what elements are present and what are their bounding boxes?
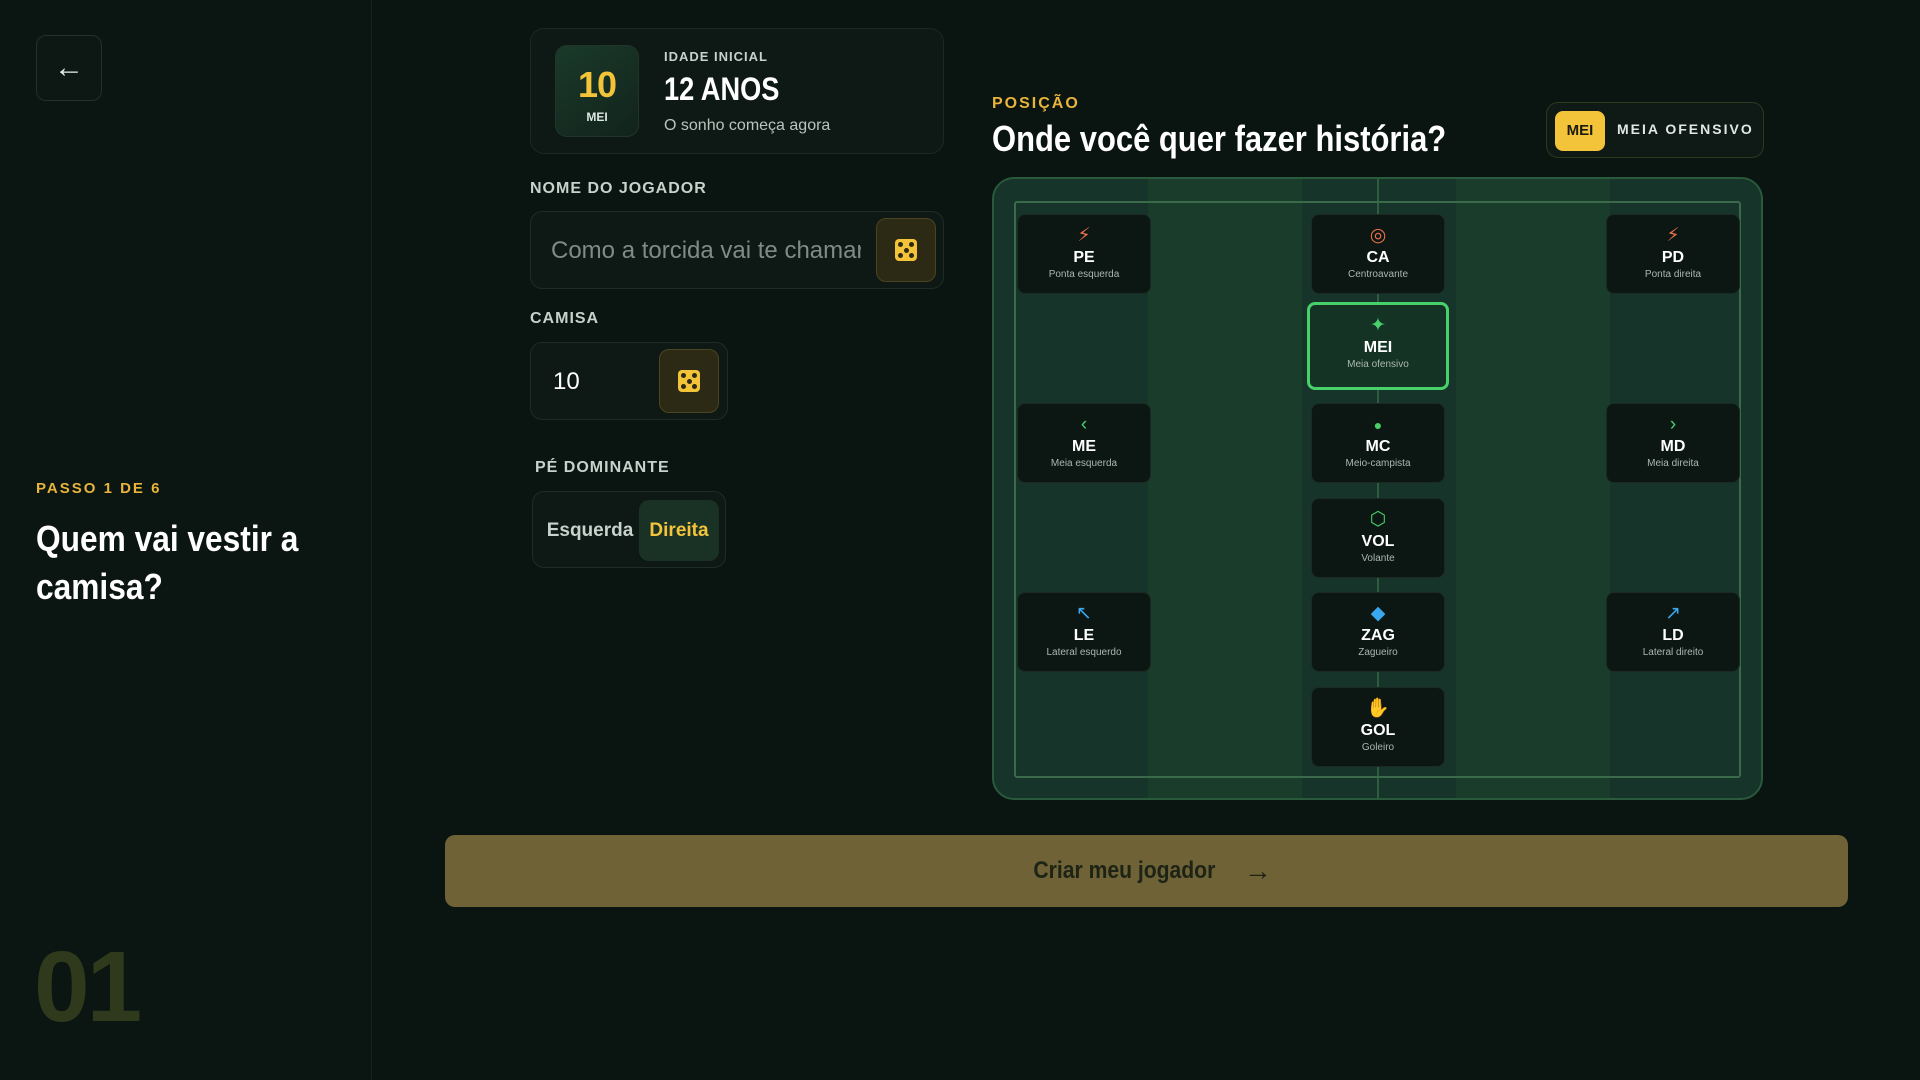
position-code: LE: [1073, 627, 1095, 644]
position-code: ME: [1072, 438, 1096, 455]
arrow-left-icon: ←: [54, 51, 84, 84]
position-code: MD: [1660, 438, 1686, 455]
position-name: Zagueiro: [1358, 647, 1398, 658]
position-name: Ponta esquerda: [1048, 269, 1120, 280]
jersey-badge: 10 MEI: [555, 45, 639, 137]
position-code: GOL: [1360, 722, 1396, 739]
lightning-icon: ⚡: [1666, 225, 1680, 246]
position-name: Meia direita: [1647, 458, 1699, 469]
position-card-pd[interactable]: ⚡ PD Ponta direita: [1606, 214, 1740, 294]
position-code: PE: [1073, 249, 1095, 266]
selected-position-name: MEIA OFENSIVO: [1617, 121, 1754, 137]
position-name: Lateral direito: [1642, 647, 1704, 658]
position-code: MEI: [1363, 339, 1393, 356]
position-card-md[interactable]: › MD Meia direita: [1606, 403, 1740, 483]
dot-icon: ●: [1373, 417, 1383, 433]
dice-icon: [895, 239, 917, 261]
random-shirt-button[interactable]: [659, 349, 719, 413]
random-name-button[interactable]: [876, 218, 936, 282]
position-name: Lateral esquerdo: [1046, 647, 1122, 658]
football-pitch: ⚡ PE Ponta esquerda ◎ CA Centroavante ⚡ …: [992, 177, 1763, 800]
jersey-badge-number: 10: [577, 64, 617, 105]
diamond-icon: ◆: [1370, 603, 1386, 624]
shirt-label: CAMISA: [530, 310, 600, 327]
arrow-up-right-icon: ↗: [1665, 603, 1681, 624]
position-card-vol[interactable]: ⬡ VOL Volante: [1311, 498, 1445, 578]
position-code: MC: [1365, 438, 1391, 455]
position-code: PD: [1661, 249, 1685, 266]
position-code: VOL: [1361, 533, 1395, 550]
shirt-number-input[interactable]: [553, 365, 643, 399]
position-card-le[interactable]: ↖ LE Lateral esquerdo: [1017, 592, 1151, 672]
dominant-foot-toggle: Esquerda Direita: [532, 491, 726, 568]
selected-position-chip: MEI MEIA OFENSIVO: [1546, 102, 1764, 158]
age-subtitle: O sonho começa agora: [664, 117, 831, 134]
position-card-me[interactable]: ‹ ME Meia esquerda: [1017, 403, 1151, 483]
shirt-field: [530, 342, 728, 420]
position-name: Meia ofensivo: [1347, 359, 1409, 370]
position-card-gol[interactable]: ✋ GOL Goleiro: [1311, 687, 1445, 767]
position-card-ld[interactable]: ↗ LD Lateral direito: [1606, 592, 1740, 672]
step-big-number: 01: [34, 931, 142, 1043]
player-name-label: NOME DO JOGADOR: [530, 180, 707, 197]
position-name: Ponta direita: [1644, 269, 1702, 280]
back-button[interactable]: ←: [36, 35, 102, 101]
target-icon: ◎: [1369, 225, 1387, 246]
position-card-mc[interactable]: ● MC Meio-campista: [1311, 403, 1445, 483]
age-label: IDADE INICIAL: [664, 49, 768, 64]
position-name: Goleiro: [1361, 742, 1395, 753]
position-section-label: POSIÇÃO: [992, 95, 1080, 112]
age-card: 10 MEI IDADE INICIAL 12 ANOS O sonho com…: [530, 28, 944, 154]
position-code: LD: [1662, 627, 1684, 644]
dominant-foot-label: PÉ DOMINANTE: [535, 459, 670, 476]
left-panel: ← PASSO 1 DE 6 Quem vai vestir a camisa?…: [0, 0, 372, 1080]
chevron-right-icon: ›: [1669, 414, 1677, 435]
position-card-zag[interactable]: ◆ ZAG Zagueiro: [1311, 592, 1445, 672]
position-card-ca[interactable]: ◎ CA Centroavante: [1311, 214, 1445, 294]
player-name-field: [530, 211, 944, 289]
step-title: Quem vai vestir a camisa?: [36, 518, 299, 607]
position-code: ZAG: [1361, 627, 1395, 644]
step-indicator: PASSO 1 DE 6: [36, 480, 162, 497]
arrow-up-left-icon: ↖: [1076, 603, 1092, 624]
create-player-label: Criar meu jogador: [1033, 857, 1216, 884]
position-code: CA: [1366, 249, 1390, 266]
arrow-right-icon: →: [1243, 855, 1272, 886]
hexagon-icon: ⬡: [1369, 509, 1387, 530]
selected-position-code: MEI: [1555, 111, 1605, 151]
foot-option-left[interactable]: Esquerda: [545, 500, 635, 561]
position-section-title: Onde você quer fazer história?: [992, 118, 1447, 159]
jersey-badge-position: MEI: [586, 110, 608, 124]
position-name: Meio-campista: [1345, 458, 1411, 469]
position-card-mei[interactable]: ✦ MEI Meia ofensivo: [1307, 302, 1449, 390]
position-name: Meia esquerda: [1050, 458, 1118, 469]
age-value: 12 ANOS: [664, 71, 780, 107]
dice-icon: [678, 370, 700, 392]
position-name: Centroavante: [1347, 269, 1409, 280]
create-player-button[interactable]: Criar meu jogador →: [445, 835, 1848, 907]
position-name: Volante: [1361, 553, 1395, 564]
chevron-left-icon: ‹: [1080, 414, 1088, 435]
player-name-input[interactable]: [551, 234, 861, 268]
position-card-pe[interactable]: ⚡ PE Ponta esquerda: [1017, 214, 1151, 294]
lightning-icon: ⚡: [1077, 225, 1091, 246]
glove-icon: ✋: [1366, 698, 1390, 719]
sparkle-icon: ✦: [1370, 315, 1386, 336]
foot-option-right[interactable]: Direita: [639, 500, 719, 561]
